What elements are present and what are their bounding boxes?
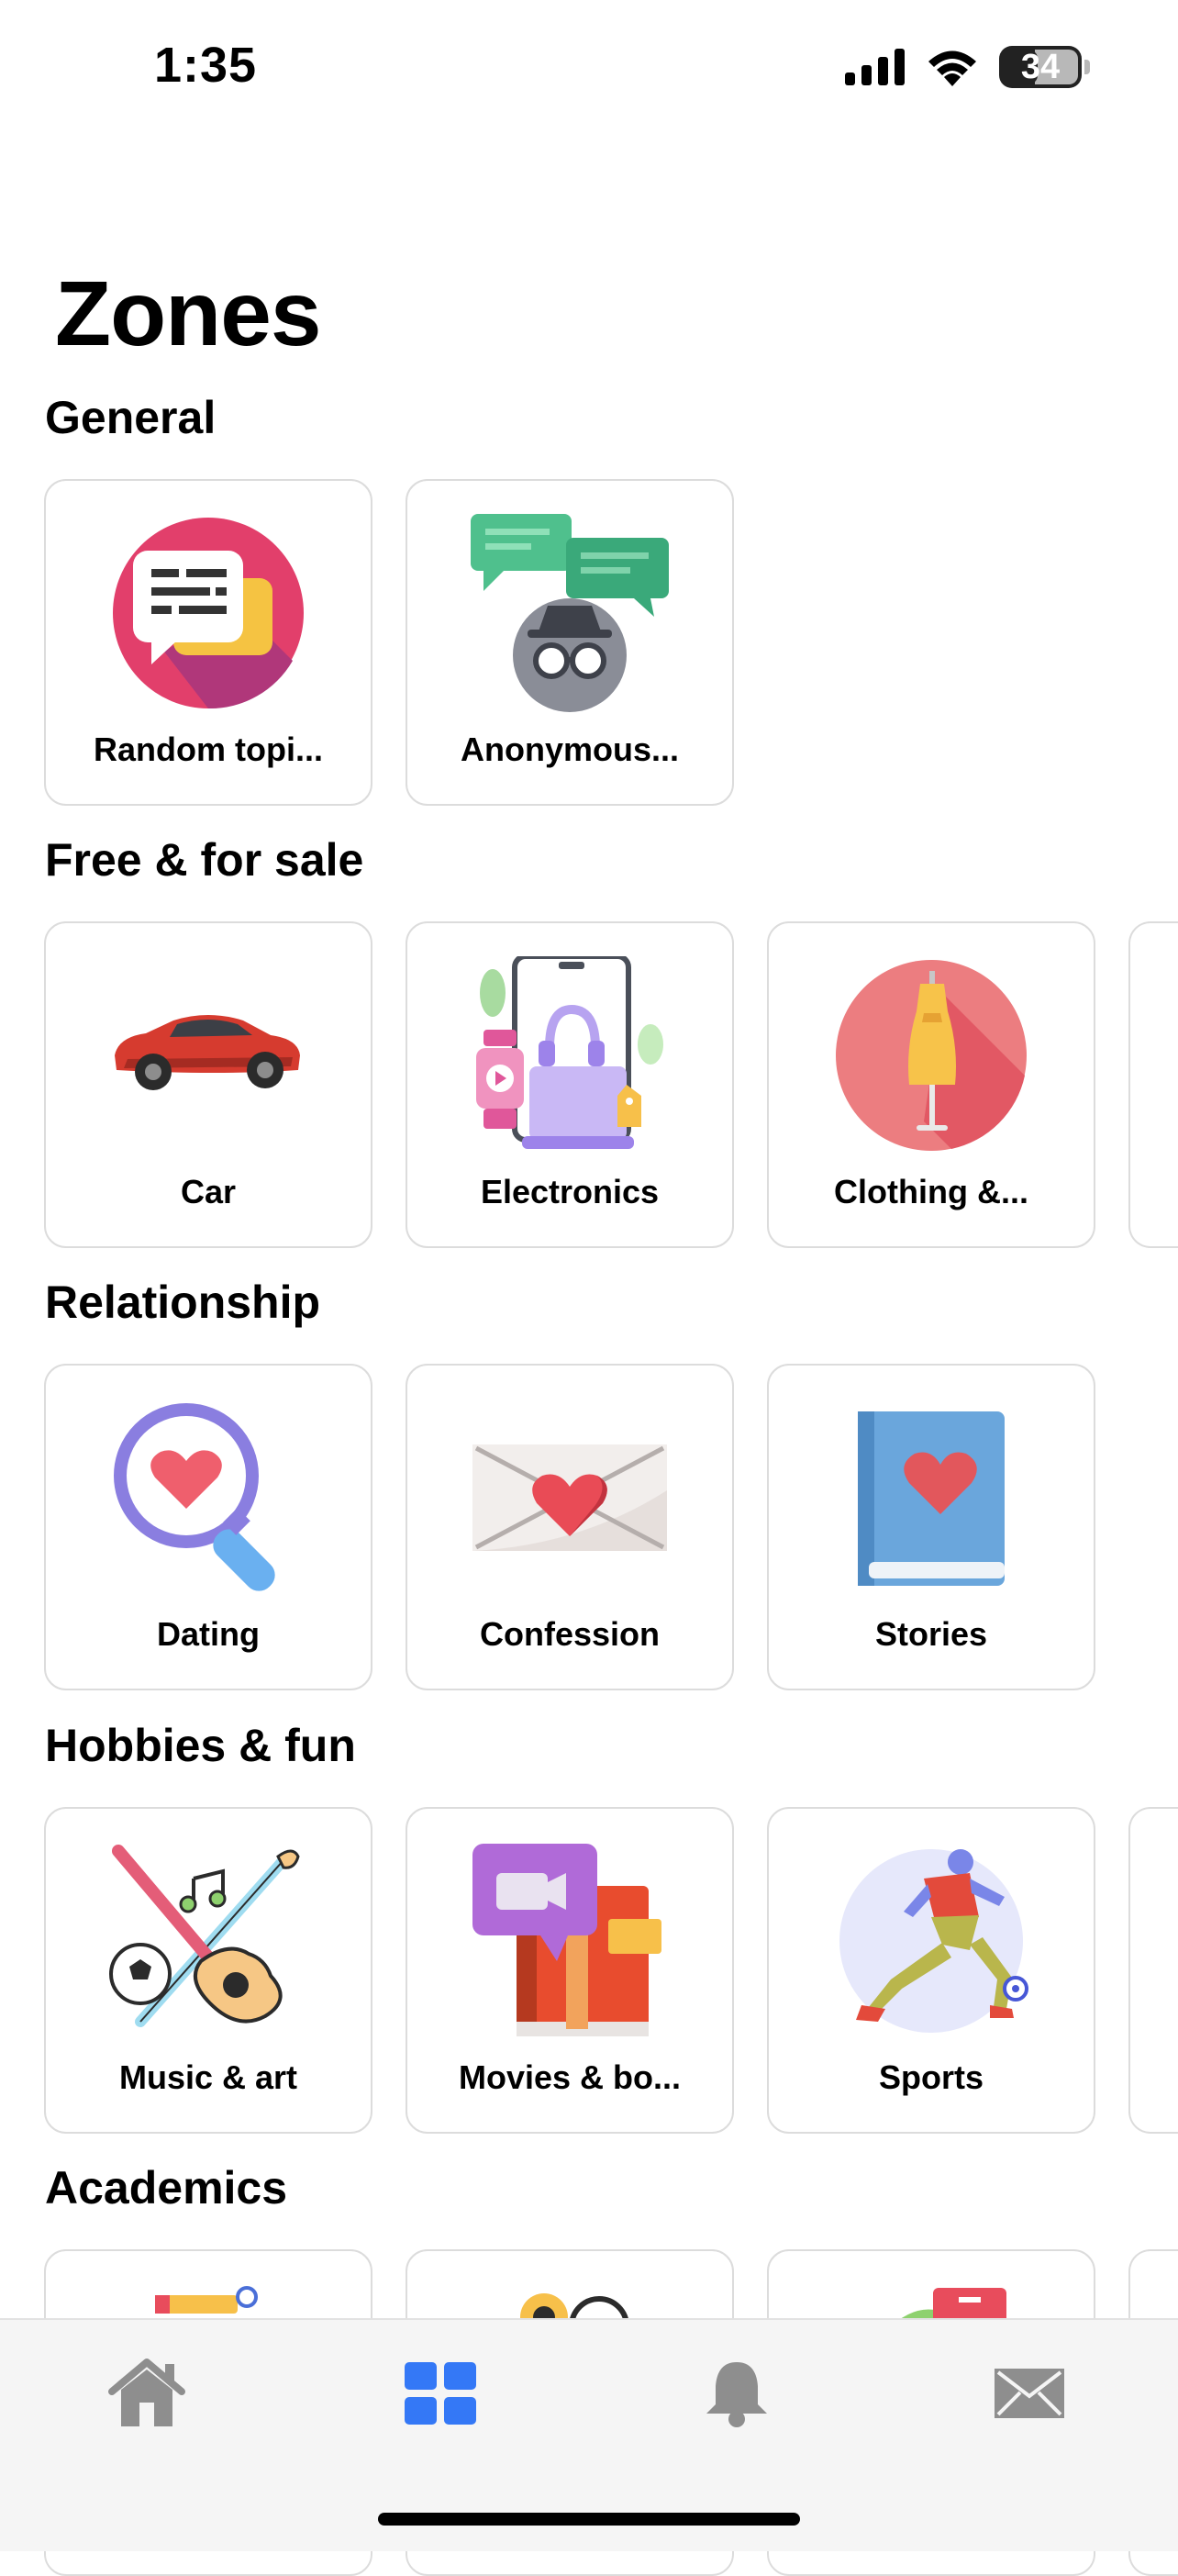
- status-icons: 34: [845, 44, 1090, 90]
- music-art-icon: [109, 1845, 300, 2027]
- zone-card-electronics[interactable]: Electronics: [406, 921, 734, 1248]
- grid-icon: [405, 2362, 476, 2425]
- zone-card-movies-books[interactable]: Movies & bo...: [406, 1807, 734, 2134]
- card-label: Stories: [874, 1615, 988, 1653]
- movies-books-icon: [472, 1844, 661, 2036]
- stories-icon: [858, 1411, 1005, 1586]
- wifi-icon: [928, 50, 976, 86]
- cellular-signal-icon: [845, 49, 905, 85]
- card-label: Confession: [479, 1615, 660, 1653]
- zone-card-car[interactable]: Car: [44, 921, 372, 1248]
- clothing-icon: [836, 960, 1027, 1151]
- section-title: Relationship: [45, 1277, 321, 1328]
- random-topics-icon: [113, 518, 304, 709]
- tab-home[interactable]: [92, 2338, 202, 2448]
- zone-card-confession[interactable]: Confession: [406, 1364, 734, 1690]
- card-label: Music & art: [118, 2058, 298, 2096]
- card-label: Dating: [157, 1615, 260, 1653]
- section-title: Hobbies & fun: [45, 1720, 356, 1771]
- electronics-icon: [476, 956, 663, 1149]
- sports-icon: [839, 1849, 1028, 2033]
- zone-card-peek[interactable]: [1128, 1807, 1178, 2134]
- tab-notifications[interactable]: [682, 2338, 792, 2448]
- section-title: Academics: [45, 2162, 288, 2214]
- card-label: Electronics: [480, 1173, 660, 1210]
- page-title: Zones: [55, 262, 321, 365]
- card-label: Random topi...: [94, 730, 323, 768]
- zone-card-music-art[interactable]: Music & art: [44, 1807, 372, 2134]
- confession-icon: [472, 1444, 667, 1551]
- home-indicator: [378, 2513, 800, 2526]
- bell-icon: [706, 2362, 767, 2427]
- status-time: 1:35: [154, 38, 258, 93]
- tab-messages[interactable]: [974, 2338, 1084, 2448]
- zone-card-sports[interactable]: Sports: [767, 1807, 1095, 2134]
- status-bar: 1:35 34: [0, 0, 1178, 138]
- zone-card-random-topics[interactable]: Random topi...: [44, 479, 372, 806]
- zone-card-peek[interactable]: [1128, 921, 1178, 1248]
- card-label: Clothing &...: [834, 1173, 1028, 1210]
- car-icon: [115, 1015, 300, 1090]
- zone-card-clothing[interactable]: Clothing &...: [767, 921, 1095, 1248]
- card-label: Sports: [878, 2058, 984, 2096]
- zone-card-anonymous[interactable]: Anonymous...: [406, 479, 734, 806]
- section-title: General: [45, 392, 217, 443]
- section-title: Free & for sale: [45, 834, 364, 886]
- tab-zones[interactable]: [385, 2338, 495, 2448]
- card-label: Movies & bo...: [458, 2058, 682, 2096]
- card-label: Car: [180, 1173, 237, 1210]
- dating-icon: [114, 1403, 275, 1591]
- battery-level: 34: [1020, 47, 1061, 86]
- zone-card-dating[interactable]: Dating: [44, 1364, 372, 1690]
- battery-indicator: 34: [999, 46, 1082, 88]
- card-label: Anonymous...: [460, 730, 679, 768]
- zone-card-stories[interactable]: Stories: [767, 1364, 1095, 1690]
- mail-icon: [995, 2369, 1064, 2418]
- anonymous-icon: [471, 514, 669, 712]
- home-icon: [108, 2359, 185, 2426]
